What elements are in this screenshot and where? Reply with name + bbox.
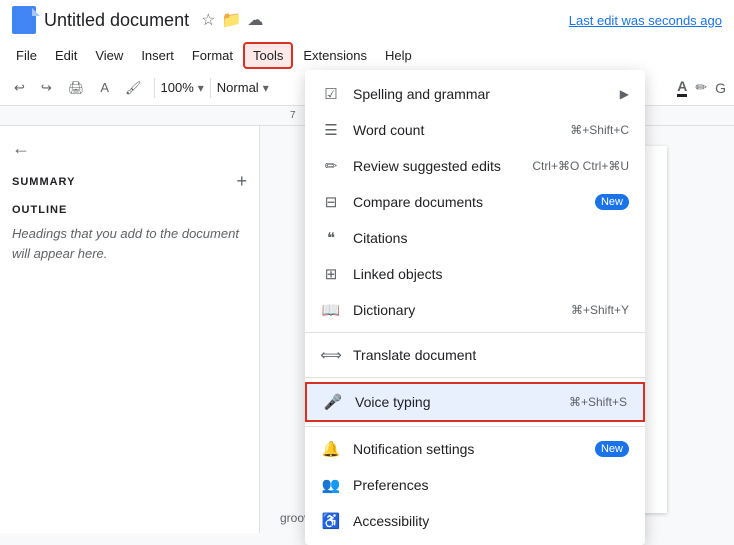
- star-icon[interactable]: ☆: [201, 10, 215, 30]
- ruler-num: 7: [290, 110, 296, 121]
- menu-insert[interactable]: Insert: [133, 44, 182, 67]
- menu-linked[interactable]: ⊞ Linked objects: [305, 256, 645, 292]
- spell-icon: ☑: [321, 84, 341, 104]
- word-count-icon: ☰: [321, 120, 341, 140]
- menu-spelling[interactable]: ☑ Spelling and grammar ▶: [305, 76, 645, 112]
- menu-accessibility[interactable]: ♿ Accessibility: [305, 503, 645, 539]
- menu-translate[interactable]: ⟺ Translate document: [305, 337, 645, 373]
- document-title[interactable]: Untitled document: [44, 10, 189, 31]
- summary-label: SUMMARY: [12, 176, 75, 188]
- menu-bar: File Edit View Insert Format Tools Exten…: [0, 40, 734, 70]
- undo-button[interactable]: ↩: [8, 76, 31, 100]
- paint-button[interactable]: 🖌: [119, 76, 148, 100]
- notification-label: Notification settings: [353, 441, 587, 457]
- translate-icon: ⟺: [321, 345, 341, 365]
- notification-badge: New: [595, 441, 629, 457]
- citations-icon: ❝: [321, 228, 341, 248]
- menu-help[interactable]: Help: [377, 44, 420, 67]
- accessibility-icon: ♿: [321, 511, 341, 531]
- style-select[interactable]: Normal: [217, 80, 259, 95]
- menu-voice-typing[interactable]: 🎤 Voice typing ⌘+Shift+S: [305, 382, 645, 422]
- word-count-shortcut: ⌘+Shift+C: [570, 123, 629, 137]
- folder-icon[interactable]: 📁: [221, 10, 241, 30]
- menu-word-count[interactable]: ☰ Word count ⌘+Shift+C: [305, 112, 645, 148]
- outline-text: Headings that you add to the document wi…: [12, 224, 247, 263]
- review-label: Review suggested edits: [353, 158, 532, 174]
- title-bar: Untitled document ☆ 📁 ☁ Last edit was se…: [0, 0, 734, 40]
- menu-extensions[interactable]: Extensions: [295, 44, 375, 67]
- more-button[interactable]: G: [715, 80, 726, 96]
- menu-file[interactable]: File: [8, 44, 45, 67]
- redo-button[interactable]: ↪: [35, 76, 58, 100]
- summary-add-button[interactable]: +: [236, 171, 247, 192]
- voice-typing-label: Voice typing: [355, 394, 569, 410]
- sidebar-back-button[interactable]: ←: [12, 138, 247, 159]
- compare-label: Compare documents: [353, 194, 587, 210]
- menu-review[interactable]: ✏ Review suggested edits Ctrl+⌘O Ctrl+⌘U: [305, 148, 645, 184]
- voice-typing-shortcut: ⌘+Shift+S: [569, 395, 627, 409]
- compare-icon: ⊟: [321, 192, 341, 212]
- zoom-select[interactable]: 100%: [161, 80, 194, 95]
- toolbar-sep-2: [210, 78, 211, 98]
- underline-A-button[interactable]: A: [677, 78, 687, 97]
- citations-label: Citations: [353, 230, 629, 246]
- sep-2: [305, 377, 645, 378]
- compare-badge: New: [595, 194, 629, 210]
- notification-icon: 🔔: [321, 439, 341, 459]
- menu-preferences[interactable]: 👥 Preferences: [305, 467, 645, 503]
- review-shortcut: Ctrl+⌘O Ctrl+⌘U: [532, 159, 629, 173]
- translate-label: Translate document: [353, 347, 629, 363]
- sep-1: [305, 332, 645, 333]
- dictionary-label: Dictionary: [353, 302, 571, 318]
- menu-dictionary[interactable]: 📖 Dictionary ⌘+Shift+Y: [305, 292, 645, 328]
- toolbar-sep-1: [154, 78, 155, 98]
- accessibility-label: Accessibility: [353, 513, 629, 529]
- menu-view[interactable]: View: [87, 44, 131, 67]
- style-arrow[interactable]: ▾: [263, 81, 269, 95]
- linked-icon: ⊞: [321, 264, 341, 284]
- doc-icon: [12, 6, 36, 34]
- preferences-label: Preferences: [353, 477, 629, 493]
- voice-typing-icon: 🎤: [323, 392, 343, 412]
- sidebar: ← SUMMARY + OUTLINE Headings that you ad…: [0, 126, 260, 533]
- sidebar-summary: SUMMARY +: [12, 171, 247, 192]
- title-icons: ☆ 📁 ☁: [201, 10, 263, 30]
- outline-label: OUTLINE: [12, 204, 247, 216]
- tools-dropdown: ☑ Spelling and grammar ▶ ☰ Word count ⌘+…: [305, 70, 645, 545]
- menu-tools[interactable]: Tools: [243, 42, 293, 69]
- pen-button[interactable]: ✏: [695, 79, 707, 96]
- last-edit: Last edit was seconds ago: [569, 13, 722, 28]
- menu-citations[interactable]: ❝ Citations: [305, 220, 645, 256]
- spelling-arrow: ▶: [620, 87, 629, 101]
- spellcheck-button[interactable]: A: [94, 76, 115, 99]
- preferences-icon: 👥: [321, 475, 341, 495]
- menu-notification[interactable]: 🔔 Notification settings New: [305, 431, 645, 467]
- dictionary-shortcut: ⌘+Shift+Y: [571, 303, 629, 317]
- print-button[interactable]: 🖨: [62, 76, 91, 100]
- review-icon: ✏: [321, 156, 341, 176]
- zoom-arrow[interactable]: ▾: [198, 81, 204, 95]
- menu-edit[interactable]: Edit: [47, 44, 85, 67]
- menu-compare[interactable]: ⊟ Compare documents New: [305, 184, 645, 220]
- dictionary-icon: 📖: [321, 300, 341, 320]
- menu-format[interactable]: Format: [184, 44, 241, 67]
- linked-label: Linked objects: [353, 266, 629, 282]
- word-count-label: Word count: [353, 122, 570, 138]
- cloud-icon[interactable]: ☁: [247, 10, 263, 30]
- spelling-label: Spelling and grammar: [353, 86, 620, 102]
- toolbar-right: A ✏ G: [677, 78, 726, 97]
- sep-3: [305, 426, 645, 427]
